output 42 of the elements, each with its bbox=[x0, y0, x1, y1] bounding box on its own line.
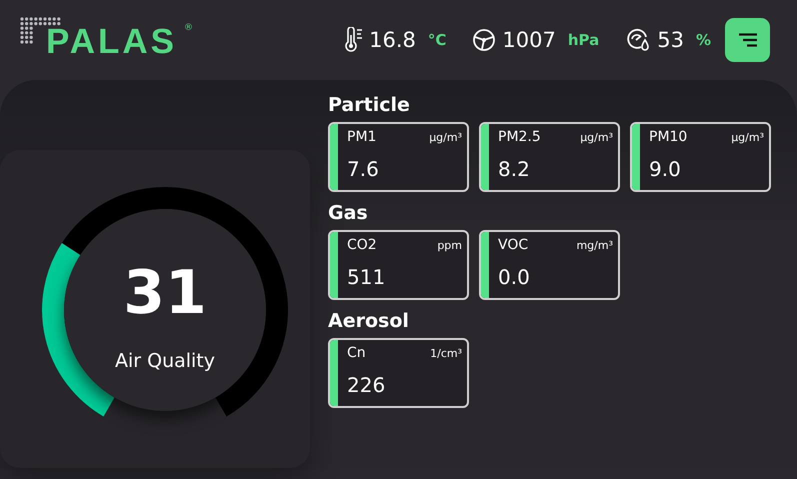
reading-unit: hPa bbox=[568, 31, 600, 49]
sensor-unit: µg/m³ bbox=[580, 131, 613, 144]
sensor-value: 7.6 bbox=[347, 157, 380, 181]
sensor-unit: µg/m³ bbox=[731, 131, 764, 144]
sensor-unit: µg/m³ bbox=[429, 131, 462, 144]
status-bar bbox=[481, 232, 489, 298]
sensor-unit: ppm bbox=[437, 239, 462, 252]
sensor-unit: 1/cm³ bbox=[430, 347, 462, 360]
reading-value: 53 bbox=[657, 28, 684, 52]
status-bar bbox=[632, 124, 640, 190]
sensor-name: PM1 bbox=[347, 129, 376, 145]
sensor-name: Cn bbox=[347, 345, 366, 361]
reading-value: 16.8 bbox=[369, 28, 416, 52]
section-title: Particle bbox=[328, 94, 411, 116]
section-title: Gas bbox=[328, 202, 369, 224]
reading-unit: % bbox=[696, 31, 711, 49]
menu-icon bbox=[738, 33, 758, 47]
air-quality-value: 31 bbox=[123, 258, 207, 328]
reading-unit: °C bbox=[428, 31, 446, 49]
sensor-name: PM10 bbox=[649, 129, 688, 145]
reading-value: 1007 bbox=[502, 28, 556, 52]
air-quality-label: Air Quality bbox=[114, 350, 216, 372]
status-bar bbox=[330, 124, 338, 190]
sensor-value: 511 bbox=[347, 265, 386, 289]
thermometer-icon bbox=[343, 27, 364, 53]
status-bar bbox=[330, 232, 338, 298]
status-bar bbox=[330, 340, 338, 406]
status-bar bbox=[481, 124, 489, 190]
sensor-value: 226 bbox=[347, 373, 386, 397]
humidity-gauge-icon bbox=[625, 27, 652, 53]
sensor-name: CO2 bbox=[347, 237, 377, 253]
sensor-value: 9.0 bbox=[649, 157, 682, 181]
logo-wordmark: PALAS bbox=[46, 25, 178, 59]
section-title: Aerosol bbox=[328, 310, 410, 332]
registered-mark: ® bbox=[184, 23, 193, 33]
sensor-name: PM2.5 bbox=[498, 129, 541, 145]
menu-button[interactable] bbox=[725, 18, 770, 62]
sensor-value: 8.2 bbox=[498, 157, 531, 181]
sensor-value: 0.0 bbox=[498, 265, 531, 289]
sensor-unit: mg/m³ bbox=[576, 239, 613, 252]
sensor-name: VOC bbox=[498, 237, 528, 253]
gauge-wheel-icon bbox=[472, 28, 496, 52]
